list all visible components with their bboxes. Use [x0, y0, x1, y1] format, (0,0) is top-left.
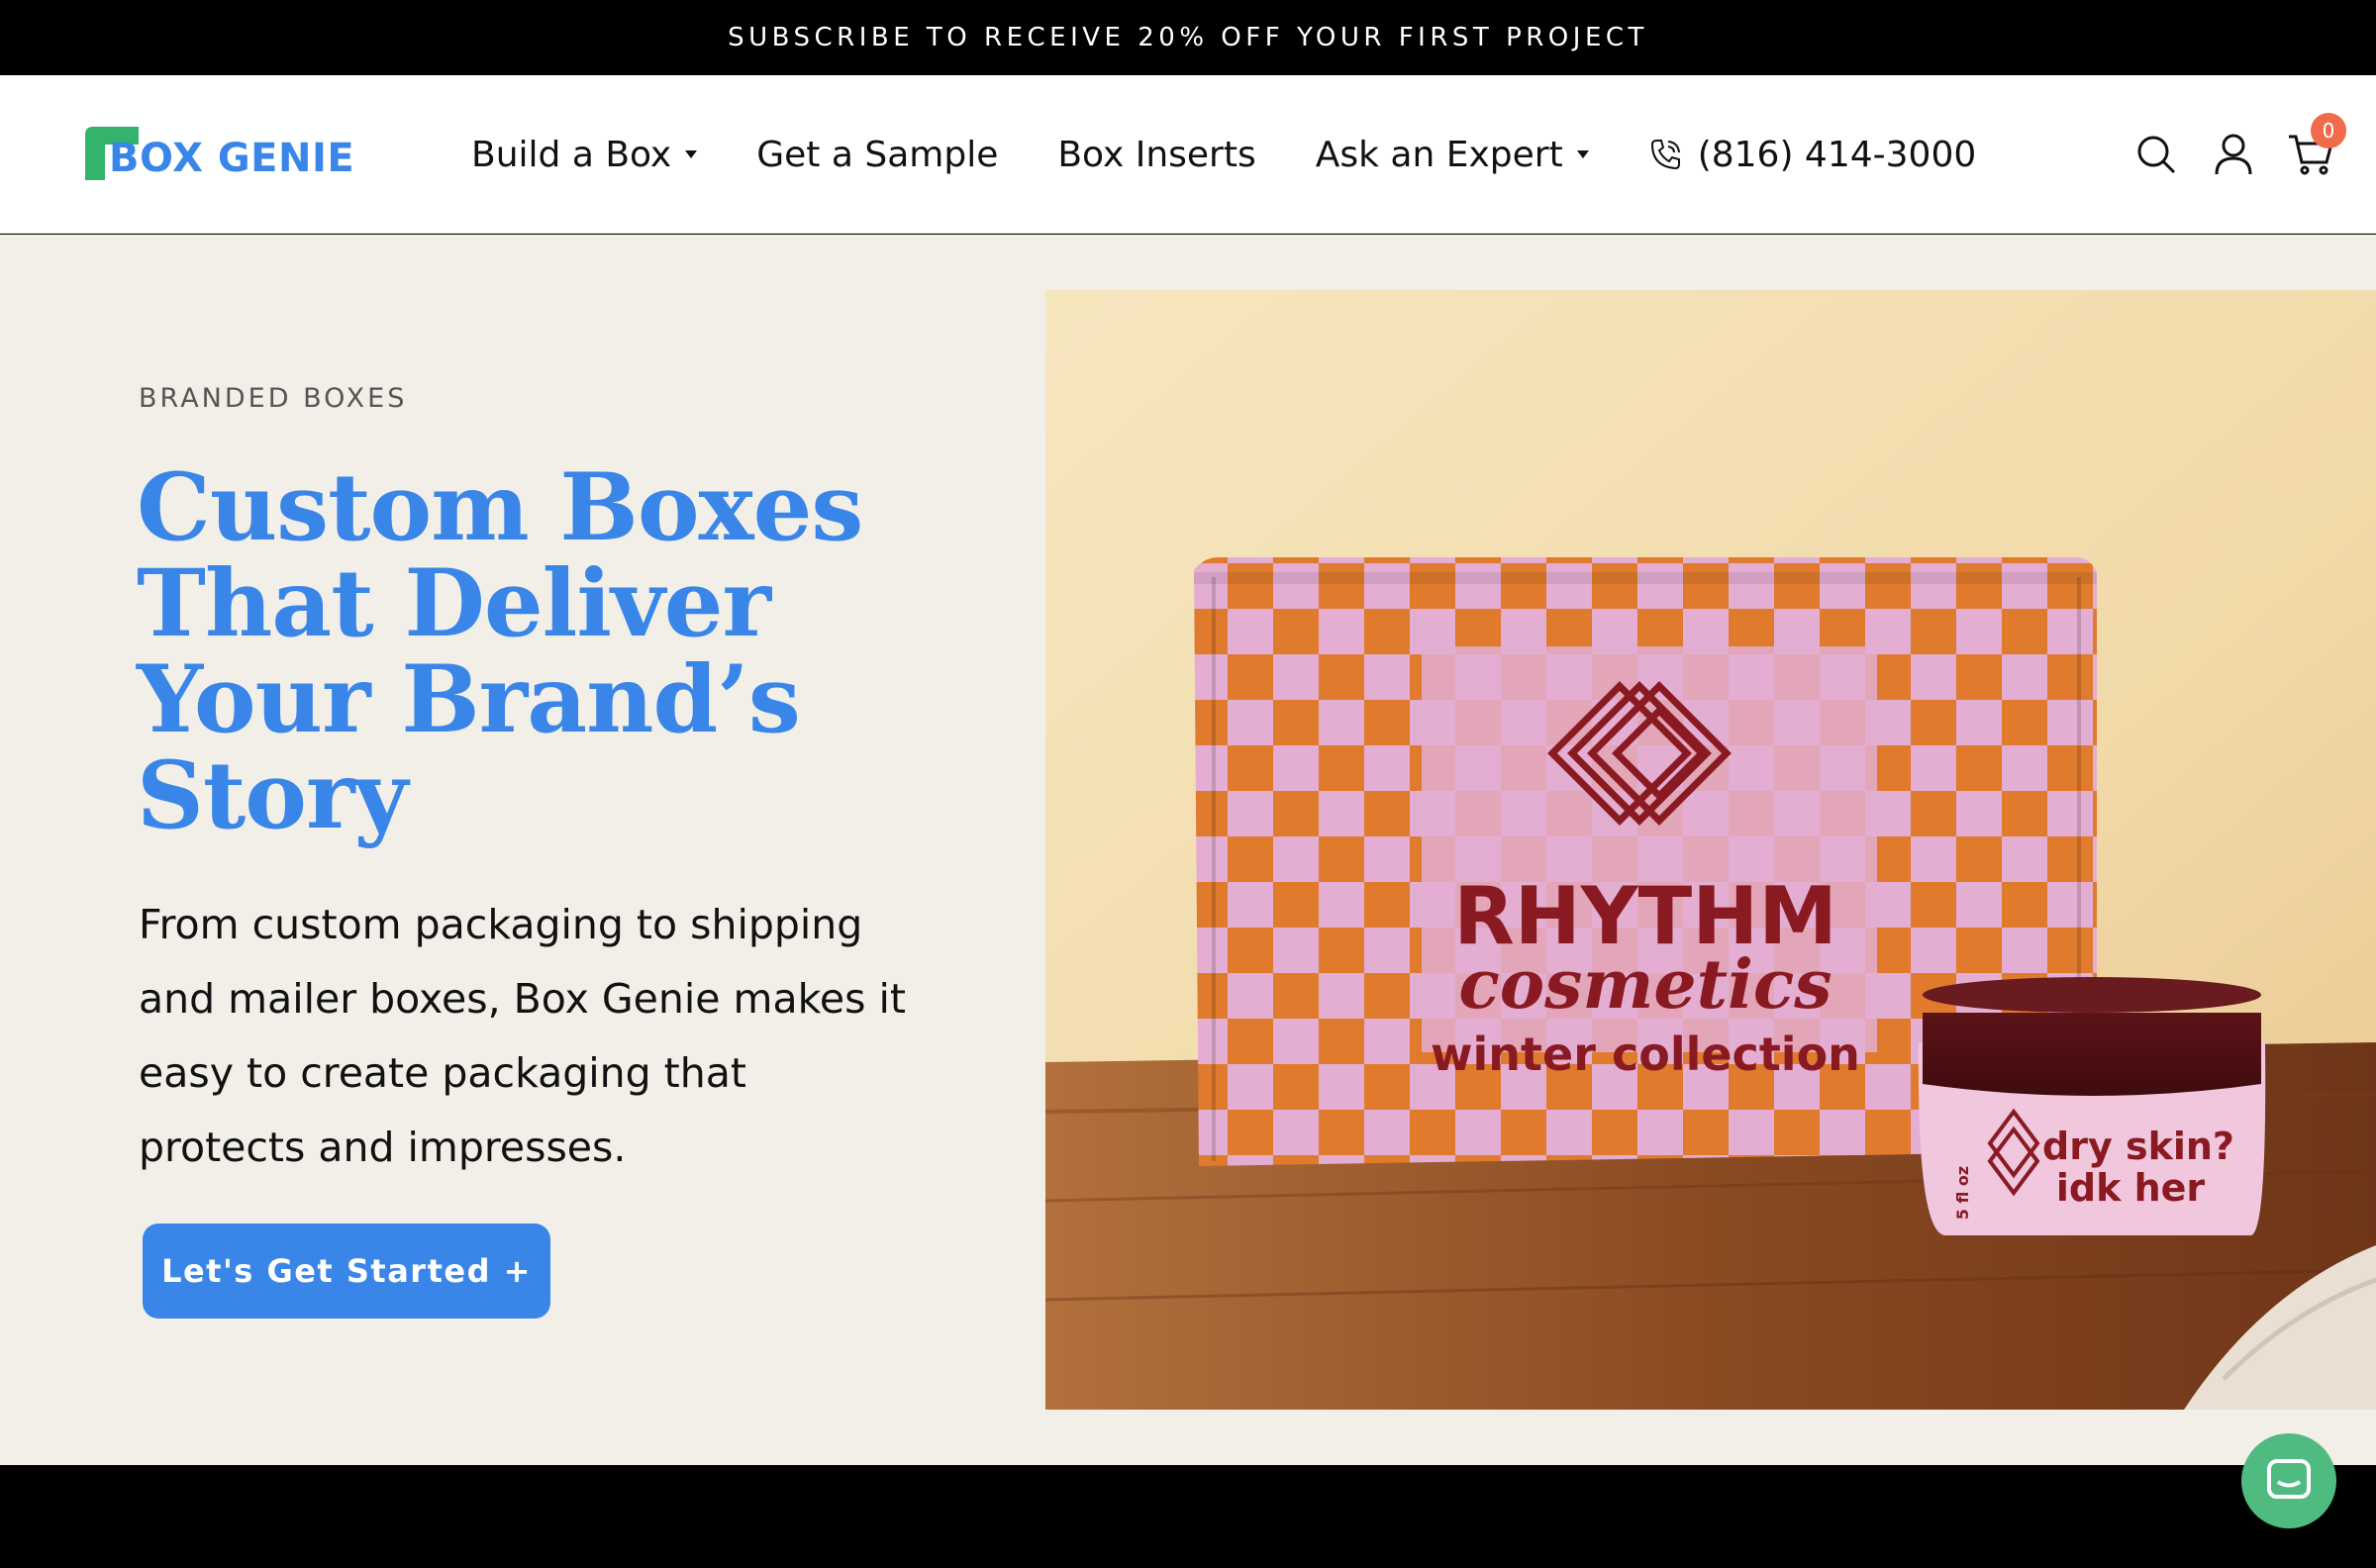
- headline-line: Story: [137, 741, 408, 850]
- account-button[interactable]: [2208, 129, 2259, 180]
- headline-line: Custom Boxes: [137, 453, 863, 562]
- logo[interactable]: BOX GENIE: [83, 125, 356, 184]
- nav-label: Get a Sample: [756, 134, 999, 175]
- hero-headline: Custom Boxes That Deliver Your Brand’s S…: [137, 460, 1028, 844]
- phone-number: (816) 414-3000: [1697, 134, 1977, 175]
- nav-label: Box Inserts: [1057, 134, 1256, 175]
- site-header: BOX GENIE Build a Box Get a Sample Box I…: [0, 75, 2376, 234]
- get-started-button[interactable]: Let's Get Started +: [143, 1224, 550, 1319]
- caret-down-icon: [1576, 150, 1589, 158]
- cart-count-badge: 0: [2311, 113, 2346, 148]
- search-button[interactable]: [2130, 129, 2182, 180]
- headline-line: Your Brand’s: [137, 645, 801, 754]
- logo-text: BOX GENIE: [109, 136, 355, 181]
- nav-get-a-sample[interactable]: Get a Sample: [756, 135, 998, 175]
- user-icon: [2215, 134, 2252, 175]
- jar-line2-text: idk her: [2056, 1166, 2206, 1210]
- hero-eyebrow: BRANDED BOXES: [139, 383, 408, 414]
- chat-icon: [2267, 1459, 2311, 1499]
- nav-build-a-box[interactable]: Build a Box: [471, 134, 698, 175]
- box-sub-text: winter collection: [1431, 1028, 1860, 1081]
- announcement-text: SUBSCRIBE TO RECEIVE 20% OFF YOUR FIRST …: [728, 23, 1648, 52]
- nav-label: Ask an Expert: [1315, 134, 1563, 175]
- cart-button[interactable]: 0: [2285, 113, 2346, 180]
- search-icon: [2137, 136, 2176, 174]
- hero-body: From custom packaging to shipping and ma…: [139, 901, 906, 1171]
- chat-launcher-button[interactable]: [2241, 1433, 2336, 1528]
- nav-box-inserts[interactable]: Box Inserts: [1057, 135, 1255, 175]
- caret-down-icon: [685, 150, 698, 158]
- header-icons: 0: [2105, 75, 2346, 234]
- nav-ask-an-expert[interactable]: Ask an Expert: [1316, 135, 1589, 175]
- phone-icon: [1650, 140, 1680, 170]
- nav-label: Build a Box: [471, 134, 672, 175]
- hero-section: BRANDED BOXES Custom Boxes That Deliver …: [0, 235, 2376, 1465]
- jar-line1-text: dry skin?: [2042, 1125, 2234, 1168]
- headline-line: That Deliver: [137, 549, 771, 658]
- jar-size-text: 5 fl oz: [1953, 1166, 1972, 1220]
- announcement-bar: SUBSCRIBE TO RECEIVE 20% OFF YOUR FIRST …: [0, 0, 2376, 75]
- main-nav: Build a Box Get a Sample Box Inserts Ask…: [471, 75, 1976, 234]
- hero-product-image: RHYTHM cosmetics winter collection 5 fl …: [1045, 290, 2376, 1410]
- box-script-text: cosmetics: [1458, 945, 1832, 1025]
- phone-link[interactable]: (816) 414-3000: [1648, 134, 1977, 175]
